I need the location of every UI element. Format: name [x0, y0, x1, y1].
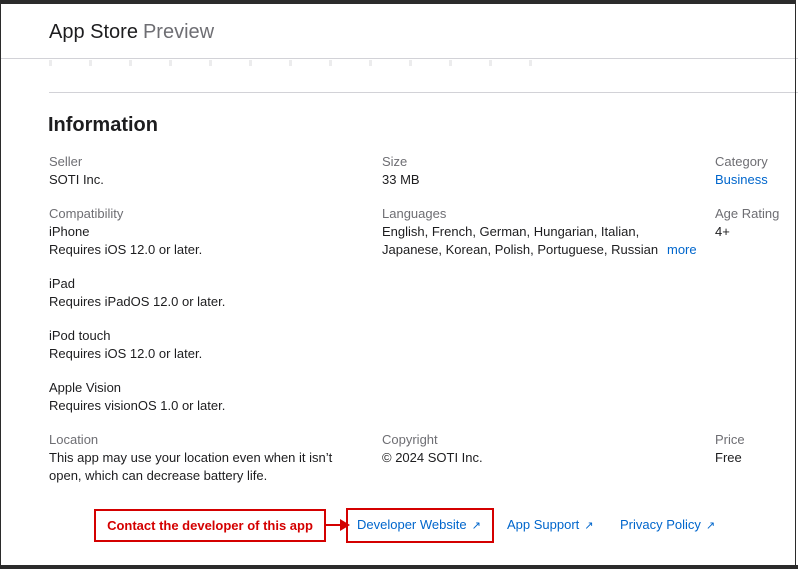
- bottom-border: [0, 565, 798, 569]
- screenshot-frame: [0, 0, 796, 569]
